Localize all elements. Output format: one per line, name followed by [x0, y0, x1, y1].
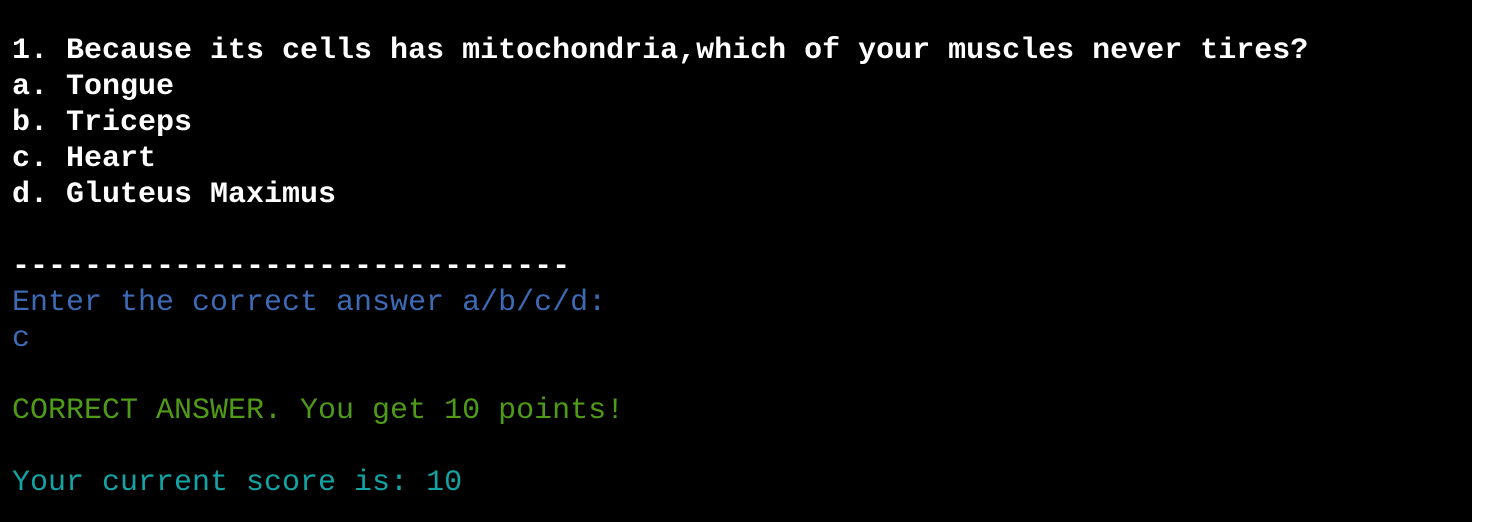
answer-input[interactable]: c	[12, 321, 1472, 357]
question-text: 1. Because its cells has mitochondria,wh…	[12, 34, 1309, 68]
terminal-output: 1. Because its cells has mitochondria,wh…	[0, 0, 1472, 522]
score-line: Your current score is: 10	[12, 466, 463, 500]
result-message: CORRECT ANSWER. You get 10 points!	[12, 394, 625, 428]
answer-option-c: c. Heart	[12, 142, 157, 176]
answer-prompt: Enter the correct answer a/b/c/d:	[12, 286, 607, 320]
answer-option-a: a. Tongue	[12, 70, 175, 104]
answer-option-d: d. Gluteus Maximus	[12, 178, 337, 212]
answer-option-b: b. Triceps	[12, 106, 193, 140]
separator-line: -------------------------------	[12, 250, 571, 284]
